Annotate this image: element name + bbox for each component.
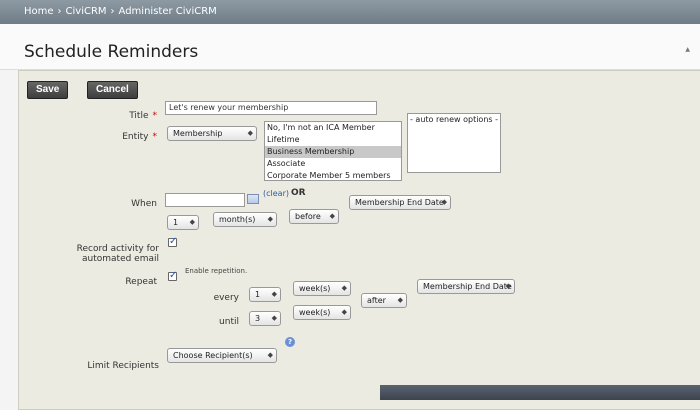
breadcrumb-separator: › bbox=[57, 6, 62, 17]
select-arrow-icon: ◆ bbox=[189, 218, 195, 226]
when-unit-select[interactable]: month(s) ◆ bbox=[213, 212, 277, 227]
title-label: Title * bbox=[129, 111, 157, 121]
clear-date-link[interactable]: (clear) bbox=[263, 189, 289, 198]
page-title: Schedule Reminders bbox=[24, 42, 199, 62]
until-date-field-select[interactable]: Membership End Date ◆ bbox=[417, 279, 515, 294]
select-arrow-icon: ◆ bbox=[441, 198, 447, 206]
every-unit-select[interactable]: week(s) ◆ bbox=[293, 281, 351, 296]
cancel-button[interactable]: Cancel bbox=[87, 81, 138, 99]
auto-renew-listbox[interactable]: - auto renew options - bbox=[407, 113, 501, 173]
reminder-form: Save Cancel Title * Let's renew your memb… bbox=[18, 70, 700, 410]
select-arrow-icon: ◆ bbox=[397, 296, 403, 304]
select-arrow-icon: ◆ bbox=[271, 314, 277, 322]
checkmark-icon: ✓ bbox=[169, 236, 178, 247]
page-header: Schedule Reminders ▲ bbox=[0, 24, 700, 70]
select-arrow-icon: ◆ bbox=[267, 351, 273, 359]
entity-value-listbox[interactable]: No, I'm not an ICA Member Lifetime Busin… bbox=[264, 121, 402, 181]
when-label: When bbox=[131, 199, 157, 209]
select-arrow-icon: ◆ bbox=[267, 215, 273, 223]
select-arrow-icon: ◆ bbox=[271, 290, 277, 298]
list-item[interactable]: No, I'm not an ICA Member bbox=[265, 122, 401, 134]
entity-label: Entity * bbox=[122, 132, 157, 142]
select-arrow-icon: ◆ bbox=[341, 284, 347, 292]
until-label: until bbox=[219, 317, 239, 327]
breadcrumb-civicrm[interactable]: CiviCRM bbox=[66, 6, 107, 17]
limit-recipients-label: Limit Recipients bbox=[87, 361, 159, 371]
when-number-select[interactable]: 1 ◆ bbox=[167, 215, 199, 230]
select-arrow-icon: ◆ bbox=[247, 129, 253, 137]
select-arrow-icon: ◆ bbox=[329, 212, 335, 220]
list-item[interactable]: Corporate Member 5 members bbox=[265, 170, 401, 180]
select-arrow-icon: ◆ bbox=[505, 282, 511, 290]
title-input[interactable]: Let's renew your membership bbox=[165, 101, 377, 115]
record-activity-label: Record activity for automated email bbox=[76, 244, 159, 264]
when-date-input[interactable] bbox=[165, 193, 245, 207]
until-number-select[interactable]: 3 ◆ bbox=[249, 311, 281, 326]
enable-repetition-text: Enable repetition. bbox=[185, 267, 248, 275]
breadcrumb-administer[interactable]: Administer CiviCRM bbox=[119, 6, 217, 17]
list-item[interactable]: Business Membership bbox=[265, 146, 401, 158]
repeat-label: Repeat bbox=[125, 277, 157, 287]
breadcrumb: Home › CiviCRM › Administer CiviCRM bbox=[0, 0, 700, 24]
repeat-checkbox[interactable]: ✓ bbox=[168, 270, 178, 281]
breadcrumb-separator: › bbox=[110, 6, 115, 17]
checkmark-icon: ✓ bbox=[169, 270, 178, 281]
list-item[interactable]: - auto renew options - bbox=[408, 114, 500, 126]
list-item[interactable]: Associate bbox=[265, 158, 401, 170]
collapse-icon[interactable]: ▲ bbox=[685, 46, 690, 53]
until-unit-select[interactable]: week(s) ◆ bbox=[293, 305, 351, 320]
footer-strip bbox=[380, 385, 700, 400]
help-icon[interactable]: ? bbox=[285, 337, 295, 347]
every-number-select[interactable]: 1 ◆ bbox=[249, 287, 281, 302]
select-arrow-icon: ◆ bbox=[341, 308, 347, 316]
list-item[interactable]: Lifetime bbox=[265, 134, 401, 146]
until-relation-select[interactable]: after ◆ bbox=[361, 293, 407, 308]
or-text: OR bbox=[291, 188, 306, 198]
entity-select[interactable]: Membership ◆ bbox=[167, 126, 257, 141]
when-relation-select[interactable]: before ◆ bbox=[289, 209, 339, 224]
when-date-field-select[interactable]: Membership End Date ◆ bbox=[349, 195, 451, 210]
every-label: every bbox=[213, 293, 239, 303]
calendar-icon[interactable] bbox=[247, 194, 259, 204]
record-activity-checkbox[interactable]: ✓ bbox=[168, 236, 178, 247]
limit-recipients-select[interactable]: Choose Recipient(s) ◆ bbox=[167, 348, 277, 363]
breadcrumb-home[interactable]: Home bbox=[24, 6, 54, 17]
save-button[interactable]: Save bbox=[27, 81, 69, 99]
